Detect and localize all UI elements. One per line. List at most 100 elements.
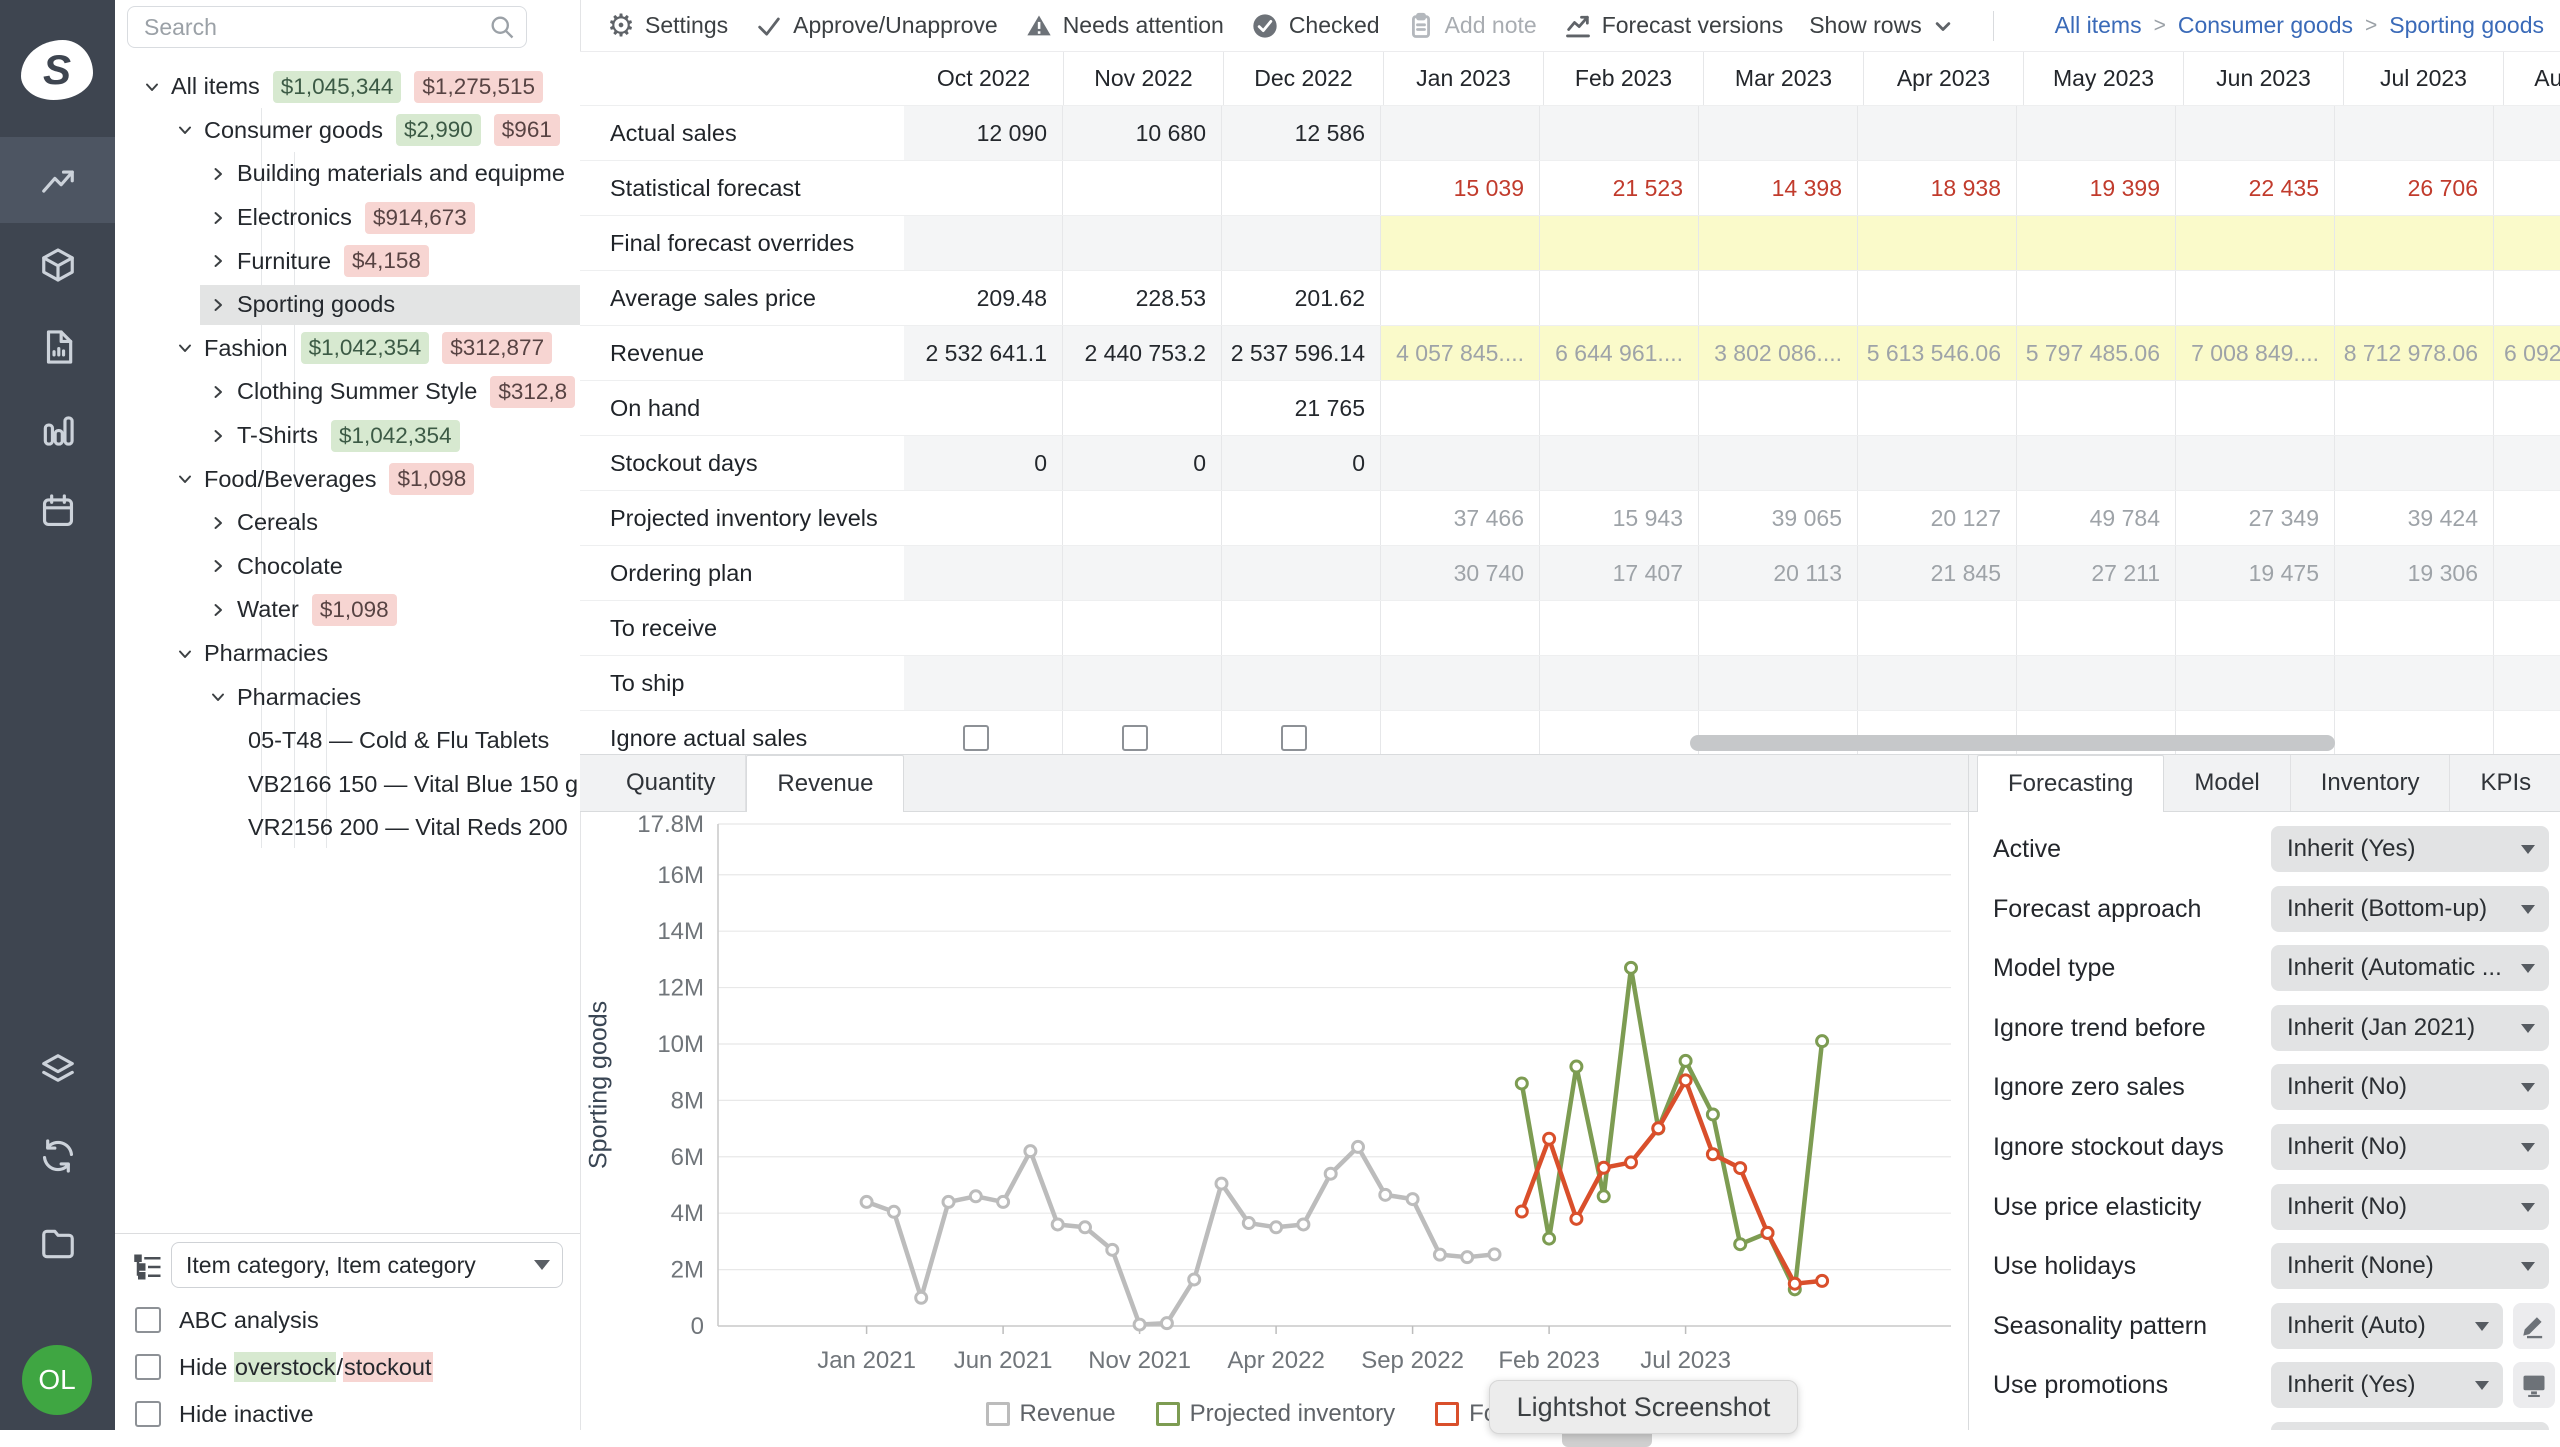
toolbar-needs-attention[interactable]: Needs attention bbox=[1024, 11, 1224, 41]
legend-revenue[interactable]: Revenue bbox=[986, 1400, 1116, 1428]
sidebar-nav-trend-icon[interactable] bbox=[0, 137, 115, 223]
ignore-sales-checkbox[interactable] bbox=[963, 725, 989, 751]
pencil-button[interactable] bbox=[2513, 1303, 2555, 1349]
clipped-setting-dropdown[interactable] bbox=[2271, 1422, 2549, 1430]
chevron-right-icon[interactable] bbox=[206, 598, 230, 622]
tree-item-pharmacies[interactable]: Pharmacies bbox=[115, 632, 580, 676]
sidebar-nav-layers-icon[interactable] bbox=[0, 1027, 115, 1113]
setting-dropdown-use-holidays[interactable]: Inherit (None) bbox=[2271, 1243, 2549, 1289]
chevron-right-icon[interactable] bbox=[206, 162, 230, 186]
chevron-right-icon[interactable] bbox=[206, 511, 230, 535]
tree-item-05-t48-cold-flu-tablets[interactable]: 05-T48 — Cold & Flu Tablets bbox=[115, 719, 580, 763]
tab-inventory[interactable]: Inventory bbox=[2291, 755, 2451, 811]
cell-final-forecast-overrides-mar-2023[interactable] bbox=[1699, 216, 1858, 270]
legend-projected-inventory[interactable]: Projected inventory bbox=[1156, 1400, 1395, 1428]
sidebar-nav-bars-icon[interactable] bbox=[0, 386, 115, 472]
ignore-sales-checkbox[interactable] bbox=[1281, 725, 1307, 751]
tab-kpis[interactable]: KPIs bbox=[2450, 755, 2560, 811]
checkbox-icon[interactable] bbox=[135, 1307, 161, 1333]
tree-item-vr2156-200-vital-reds-200[interactable]: VR2156 200 — Vital Reds 200 bbox=[115, 806, 580, 850]
tree-item-clothing-summer-style[interactable]: Clothing Summer Style$312,8 bbox=[115, 370, 580, 414]
setting-dropdown-use-promotions[interactable]: Inherit (Yes) bbox=[2271, 1362, 2503, 1408]
chevron-right-icon[interactable] bbox=[206, 554, 230, 578]
sidebar-nav-calendar-icon[interactable] bbox=[0, 468, 115, 554]
tree-item-furniture[interactable]: Furniture$4,158 bbox=[115, 239, 580, 283]
tree-item-consumer-goods[interactable]: Consumer goods$2,990$961 bbox=[115, 109, 580, 153]
tree-item-t-shirts[interactable]: T-Shirts$1,042,354 bbox=[115, 414, 580, 458]
setting-dropdown-ignore-trend-before[interactable]: Inherit (Jan 2021) bbox=[2271, 1005, 2549, 1051]
sidebar-nav-report-icon[interactable] bbox=[0, 304, 115, 390]
search-input[interactable] bbox=[142, 13, 488, 42]
tree-item-fashion[interactable]: Fashion$1,042,354$312,877 bbox=[115, 327, 580, 371]
cell-final-forecast-overrides-feb-2023[interactable] bbox=[1540, 216, 1699, 270]
toolbar-add-note[interactable]: Add note bbox=[1406, 11, 1537, 41]
checkbox-icon[interactable] bbox=[135, 1401, 161, 1427]
setting-dropdown-model-type[interactable]: Inherit (Automatic ... bbox=[2271, 945, 2549, 991]
tree-item-water[interactable]: Water$1,098 bbox=[115, 588, 580, 632]
tab-quantity[interactable]: Quantity bbox=[596, 755, 746, 811]
chevron-right-icon[interactable] bbox=[206, 206, 230, 230]
tree-item-all-items[interactable]: All items$1,045,344$1,275,515 bbox=[115, 65, 580, 109]
tree-item-sporting-goods[interactable]: Sporting goods bbox=[115, 283, 580, 327]
tree-item-pharmacies[interactable]: Pharmacies bbox=[115, 675, 580, 719]
breadcrumb-all-items[interactable]: All items bbox=[2055, 12, 2142, 39]
ignore-sales-checkbox[interactable] bbox=[1122, 725, 1148, 751]
setting-dropdown-seasonality-pattern[interactable]: Inherit (Auto) bbox=[2271, 1303, 2503, 1349]
cell-revenue-jan-2023: 4 057 845.... bbox=[1381, 326, 1540, 380]
tree-item-building-materials-and-equipme[interactable]: Building materials and equipme bbox=[115, 152, 580, 196]
cell-final-forecast-overrides-jul-2023[interactable] bbox=[2335, 216, 2494, 270]
cell-final-forecast-overrides-jun-2023[interactable] bbox=[2176, 216, 2335, 270]
filter-checkbox-hide-overstock-stockout[interactable]: Hide overstock/stockout bbox=[115, 1344, 580, 1390]
cell-final-forecast-overrides-may-2023[interactable] bbox=[2017, 216, 2176, 270]
toolbar-approve-unapprove[interactable]: Approve/Unapprove bbox=[754, 11, 998, 41]
tab-revenue[interactable]: Revenue bbox=[746, 755, 904, 812]
sidebar-nav-sync-icon[interactable] bbox=[0, 1113, 115, 1199]
tab-forecasting[interactable]: Forecasting bbox=[1977, 755, 2164, 812]
chevron-right-icon[interactable] bbox=[206, 424, 230, 448]
chevron-down-icon[interactable] bbox=[173, 336, 197, 360]
chevron-down-icon[interactable] bbox=[173, 118, 197, 142]
checkbox-icon[interactable] bbox=[135, 1354, 161, 1380]
setting-dropdown-ignore-stockout-days[interactable]: Inherit (No) bbox=[2271, 1124, 2549, 1170]
monitor-button[interactable] bbox=[2513, 1362, 2555, 1408]
cell-ignore-actual-sales-dec-2022[interactable] bbox=[1222, 711, 1381, 755]
filter-checkbox-abc-analysis[interactable]: ABC analysis bbox=[115, 1297, 580, 1343]
cell-final-forecast-overrides-jan-2023[interactable] bbox=[1381, 216, 1540, 270]
user-avatar[interactable]: OL bbox=[22, 1345, 92, 1415]
chevron-down-icon[interactable] bbox=[173, 467, 197, 491]
toolbar-settings[interactable]: ⚙Settings bbox=[606, 11, 728, 41]
tree-item-electronics[interactable]: Electronics$914,673 bbox=[115, 196, 580, 240]
tab-model[interactable]: Model bbox=[2164, 755, 2290, 811]
horizontal-scrollbar[interactable] bbox=[1690, 735, 2335, 751]
toolbar-checked[interactable]: Checked bbox=[1250, 11, 1380, 41]
breadcrumb-sporting-goods[interactable]: Sporting goods bbox=[2389, 12, 2544, 39]
setting-dropdown-active[interactable]: Inherit (Yes) bbox=[2271, 826, 2549, 872]
legend-label: Projected inventory bbox=[1190, 1400, 1395, 1428]
cell-ignore-actual-sales-nov-2022[interactable] bbox=[1063, 711, 1222, 755]
sidebar-nav-cube-icon[interactable] bbox=[0, 222, 115, 308]
tree-item-food-beverages[interactable]: Food/Beverages$1,098 bbox=[115, 457, 580, 501]
toolbar-forecast-versions[interactable]: Forecast versions bbox=[1563, 11, 1784, 41]
tree-item-vb2166-150-vital-blue-150-g[interactable]: VB2166 150 — Vital Blue 150 g bbox=[115, 763, 580, 807]
chevron-down-icon[interactable] bbox=[206, 685, 230, 709]
cell-on-hand-jun-2023 bbox=[2176, 381, 2335, 435]
grouping-select[interactable]: Item category, Item category bbox=[171, 1242, 563, 1288]
chevron-right-icon[interactable] bbox=[206, 380, 230, 404]
chevron-down-icon[interactable] bbox=[140, 75, 164, 99]
setting-dropdown-forecast-approach[interactable]: Inherit (Bottom-up) bbox=[2271, 886, 2549, 932]
setting-dropdown-ignore-zero-sales[interactable]: Inherit (No) bbox=[2271, 1064, 2549, 1110]
filter-checkbox-hide-inactive[interactable]: Hide inactive bbox=[115, 1391, 580, 1437]
tree-item-chocolate[interactable]: Chocolate bbox=[115, 545, 580, 589]
chevron-down-icon[interactable] bbox=[173, 642, 197, 666]
cell-final-forecast-overrides-aug-2023[interactable] bbox=[2494, 216, 2560, 270]
chevron-right-icon[interactable] bbox=[206, 249, 230, 273]
chevron-right-icon[interactable] bbox=[206, 293, 230, 317]
toolbar-show-rows[interactable]: Show rows bbox=[1809, 11, 1966, 41]
cell-final-forecast-overrides-apr-2023[interactable] bbox=[1858, 216, 2017, 270]
sidebar-nav-folder-icon[interactable] bbox=[0, 1201, 115, 1287]
breadcrumb-consumer-goods[interactable]: Consumer goods bbox=[2178, 12, 2353, 39]
tree-item-cereals[interactable]: Cereals bbox=[115, 501, 580, 545]
cell-ignore-actual-sales-oct-2022[interactable] bbox=[904, 711, 1063, 755]
setting-dropdown-use-price-elasticity[interactable]: Inherit (No) bbox=[2271, 1184, 2549, 1230]
stockout-badge: $4,158 bbox=[344, 245, 429, 277]
